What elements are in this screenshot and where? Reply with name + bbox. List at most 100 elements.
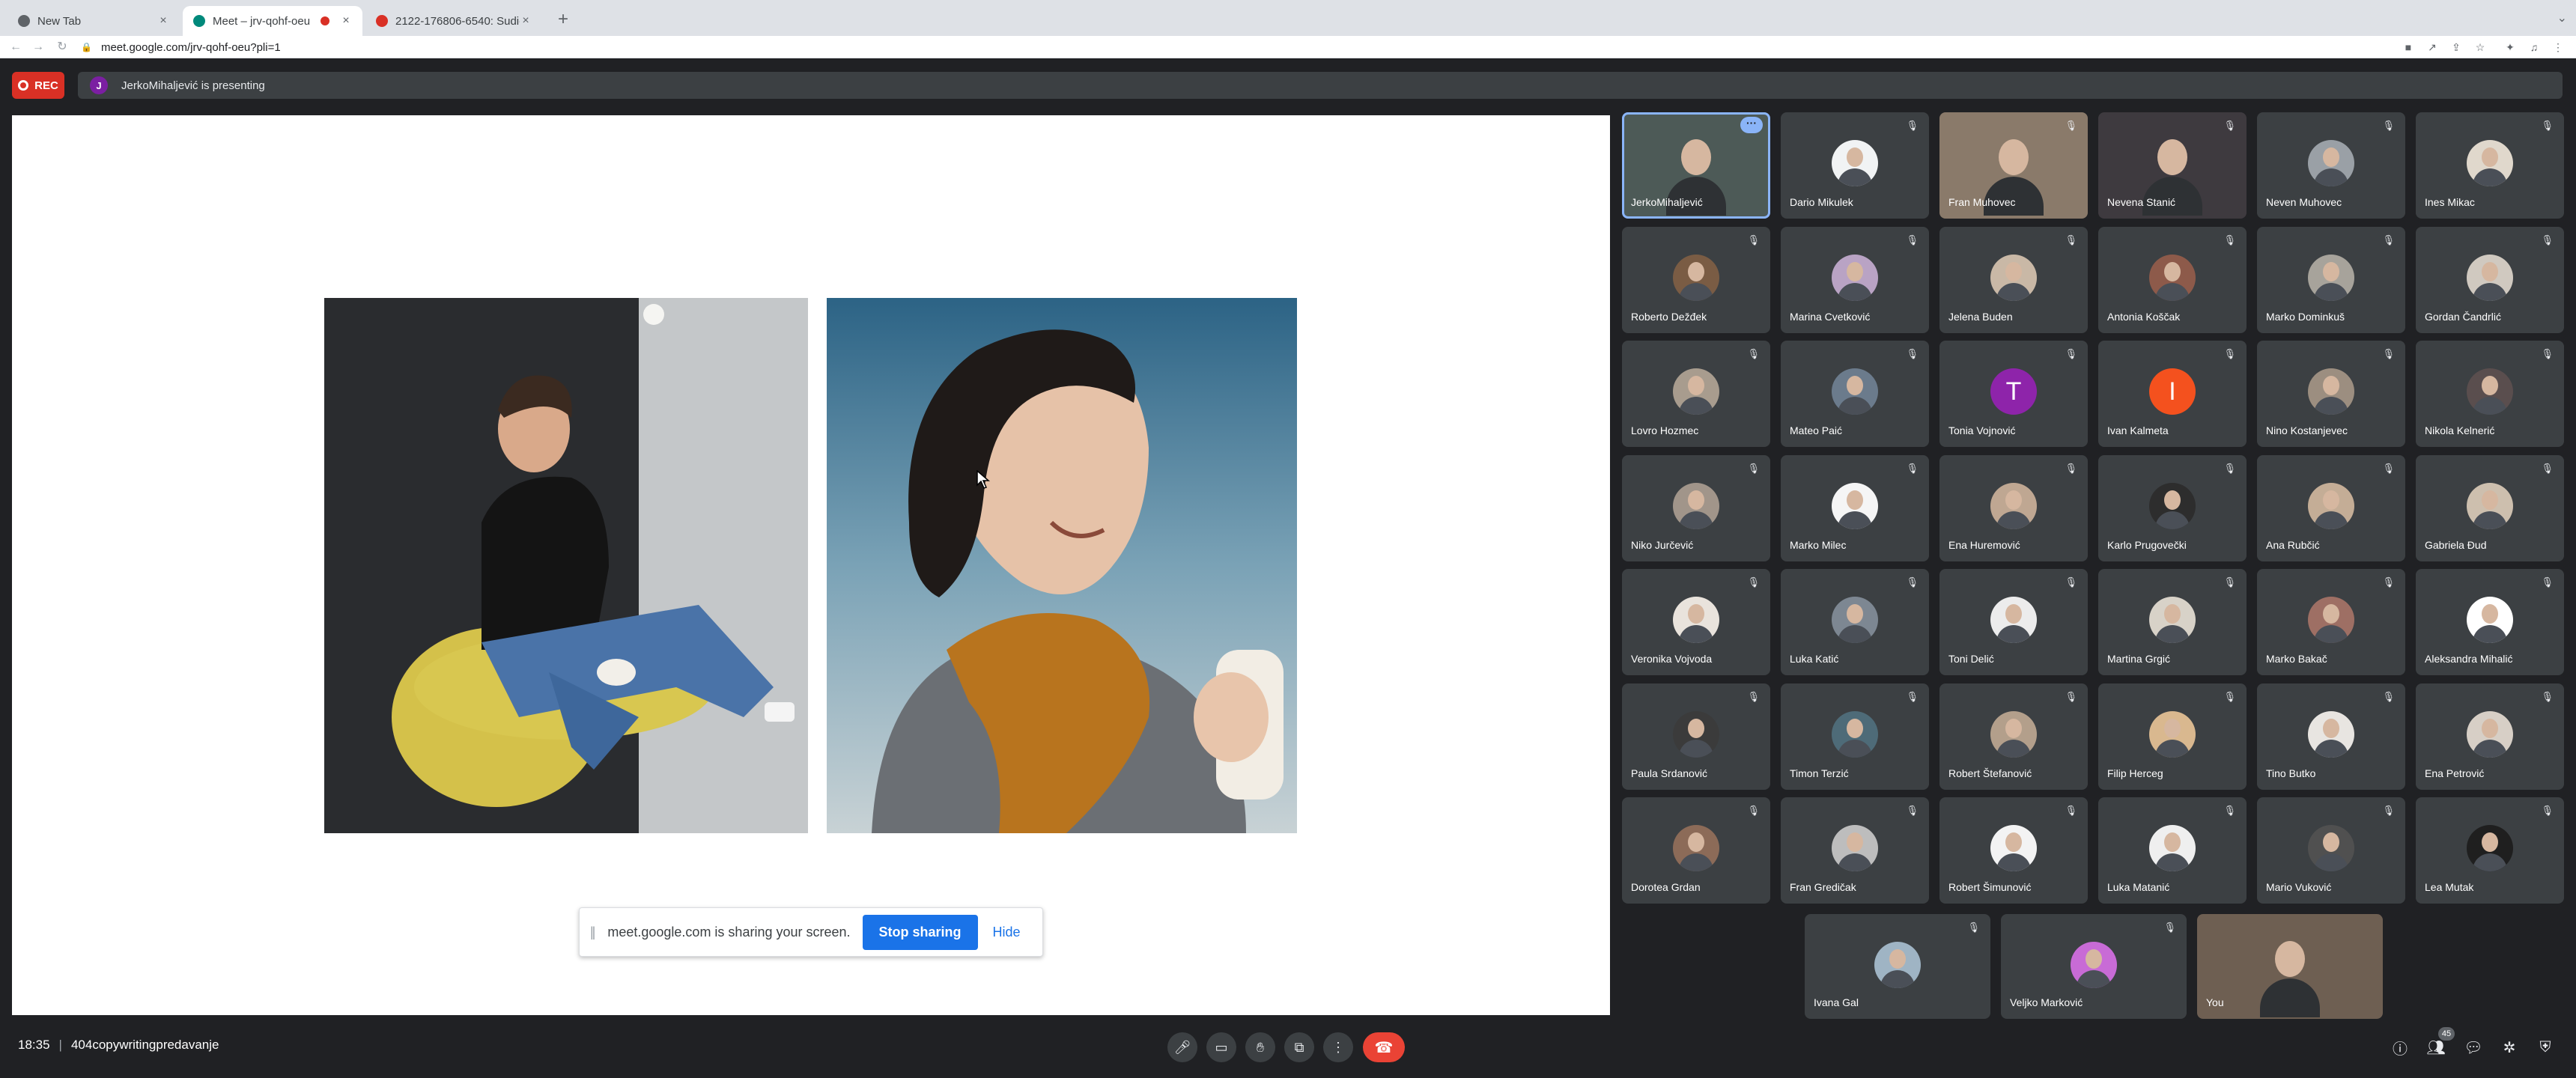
mic-off-icon: 🎙︎ [2223, 348, 2236, 359]
more-options-button[interactable]: ⋮ [1323, 1032, 1353, 1062]
participant-tile[interactable]: 🎙︎ Mario Vuković [2257, 797, 2405, 904]
participant-tile[interactable]: 🎙︎ Niko Jurčević [1622, 454, 1770, 561]
participant-tile[interactable]: 🎙︎ Veljko Marković [2001, 914, 2187, 1019]
mic-off-icon: 🎙︎ [2382, 234, 2395, 246]
mic-off-icon: 🎙︎ [2541, 690, 2554, 702]
participant-tile[interactable]: 🎙︎ Gordan Čandrlić [2416, 226, 2564, 333]
participant-name: Veronika Vojvoda [1631, 653, 1713, 665]
new-tab-button[interactable]: + [553, 9, 574, 30]
hide-button[interactable]: Hide [993, 925, 1021, 940]
participant-tile[interactable]: 🎙︎ Timon Terzić [1781, 683, 1929, 790]
mic-off-icon: 🎙︎ [2382, 805, 2395, 816]
recording-badge[interactable]: REC [12, 72, 64, 99]
participant-tile[interactable]: T 🎙︎ Tonia Vojnović [1939, 341, 2088, 447]
participant-tile[interactable]: 🎙︎ Lovro Hozmec [1622, 341, 1770, 447]
host-controls-button[interactable]: ⛨ [2534, 1036, 2557, 1059]
drag-handle-icon[interactable]: || [590, 925, 596, 940]
media-control-icon[interactable]: ♫ [2527, 40, 2542, 55]
participant-tile[interactable]: 🎙︎ Ivana Gal [1805, 914, 1990, 1019]
participant-tile[interactable]: 🎙︎ Nevena Stanić [2098, 112, 2247, 219]
participant-tile[interactable]: 🎙︎ Nikola Kelnerić [2416, 341, 2564, 447]
close-tab-icon[interactable]: × [520, 14, 532, 28]
participant-tile[interactable]: 🎙︎ Marko Bakač [2257, 569, 2405, 675]
people-count-badge: 45 [2438, 1027, 2455, 1041]
participant-tile[interactable]: I 🎙︎ Ivan Kalmeta [2098, 341, 2247, 447]
participant-tile[interactable]: 🎙︎ Luka Matanić [2098, 797, 2247, 904]
camera-button[interactable]: ▭ [1206, 1032, 1236, 1062]
participant-name: Niko Jurčević [1631, 538, 1694, 551]
open-external-icon[interactable]: ↗ [2425, 40, 2440, 55]
address-bar[interactable]: 🔒 meet.google.com/jrv-qohf-oeu?pli=1 [81, 38, 2402, 56]
participant-tile[interactable]: 🎙︎ Filip Herceg [2098, 683, 2247, 790]
participant-tile[interactable]: 🎙︎ Mateo Paić [1781, 341, 1929, 447]
tab-meet[interactable]: Meet – jrv-qohf-oeu × [183, 6, 362, 36]
slide-photo-man [324, 298, 808, 833]
present-now-button[interactable]: ⧉ [1284, 1032, 1314, 1062]
close-tab-icon[interactable]: × [157, 14, 169, 28]
participant-tile[interactable]: 🎙︎ Ena Petrović [2416, 683, 2564, 790]
participant-tile[interactable]: 🎙︎ Marko Dominkuš [2257, 226, 2405, 333]
forward-icon[interactable]: → [30, 39, 46, 55]
chat-button[interactable]: 💬︎ [2462, 1036, 2485, 1059]
participant-tile[interactable]: 🎙︎ Veronika Vojvoda [1622, 569, 1770, 675]
browser-menu-icon[interactable]: ⋮ [2551, 40, 2566, 55]
microphone-button[interactable]: 🎤︎ [1167, 1032, 1197, 1062]
share-icon[interactable]: ⇪ [2449, 40, 2464, 55]
mic-off-icon: 🎙︎ [1906, 690, 1919, 702]
participant-name: Tino Butko [2266, 767, 2316, 779]
participant-tile[interactable]: 🎙︎ Karlo Prugovečki [2098, 454, 2247, 561]
more-options-icon[interactable]: ··· [1740, 117, 1763, 133]
reload-icon[interactable]: ↻ [54, 39, 70, 55]
chat-icon: 💬︎ [2464, 1039, 2483, 1056]
participant-tile[interactable]: 🎙︎ Fran Gredičak [1781, 797, 1929, 904]
browser-tab-strip: New Tab × Meet – jrv-qohf-oeu × 2122-176… [0, 0, 2576, 36]
participant-tile[interactable]: 🎙︎ Ena Huremović [1939, 454, 2088, 561]
participant-tile[interactable]: 🎙︎ Gabriela Đud [2416, 454, 2564, 561]
participant-tile[interactable]: 🎙︎ Antonia Koščak [2098, 226, 2247, 333]
participant-tile[interactable]: 🎙︎ Robert Štefanović [1939, 683, 2088, 790]
participant-tile[interactable]: 🎙︎ Toni Delić [1939, 569, 2088, 675]
participant-tile[interactable]: 🎙︎ Jelena Buden [1939, 226, 2088, 333]
participant-tile[interactable]: ··· JerkoMihaljević [1622, 112, 1770, 219]
participant-name: Luka Katić [1790, 653, 1839, 665]
participant-tile[interactable]: 🎙︎ Robert Šimunović [1939, 797, 2088, 904]
camera-icon: ▭ [1215, 1039, 1228, 1055]
meeting-info-button[interactable]: ⓘ [2389, 1036, 2411, 1059]
info-icon: ⓘ [2393, 1041, 2408, 1058]
back-icon[interactable]: ← [7, 39, 24, 55]
tab-sudionici[interactable]: 2122-176806-6540: Sudionici × [365, 6, 542, 36]
participant-avatar [2149, 254, 2196, 301]
participant-tile[interactable]: 🎙︎ Marko Milec [1781, 454, 1929, 561]
participant-avatar [1990, 482, 2037, 529]
participant-tile[interactable]: 🎙︎ Neven Muhovec [2257, 112, 2405, 219]
participant-tile[interactable]: 🎙︎ Martina Grgić [2098, 569, 2247, 675]
participant-tile[interactable]: 🎙︎ Roberto Dežđek [1622, 226, 1770, 333]
stop-sharing-button[interactable]: Stop sharing [862, 914, 978, 950]
participant-tile[interactable]: 🎙︎ Ines Mikac [2416, 112, 2564, 219]
present-screen-icon: ⧉ [1294, 1039, 1304, 1055]
extensions-icon[interactable]: ✦ [2503, 40, 2518, 55]
close-tab-icon[interactable]: × [340, 14, 352, 28]
raise-hand-button[interactable]: ✋︎ [1245, 1032, 1275, 1062]
activities-button[interactable]: ✲ [2498, 1036, 2521, 1059]
participant-tile[interactable]: 🎙︎ Lea Mutak [2416, 797, 2564, 904]
participant-tile[interactable]: 🎙︎ Nino Kostanjevec [2257, 341, 2405, 447]
participant-avatar [1832, 597, 1878, 643]
shared-screen[interactable]: || meet.google.com is sharing your scree… [12, 115, 1610, 1015]
tab-search-icon[interactable]: ⌄ [2557, 10, 2567, 25]
participant-avatar [2467, 254, 2513, 301]
participant-tile[interactable]: 🎙︎ Paula Srdanović [1622, 683, 1770, 790]
participant-tile[interactable]: 🎙︎ Ana Rubčić [2257, 454, 2405, 561]
participant-tile[interactable]: 🎙︎ Tino Butko [2257, 683, 2405, 790]
participant-tile[interactable]: 🎙︎ Aleksandra Mihalić [2416, 569, 2564, 675]
bookmark-star-icon[interactable]: ☆ [2473, 40, 2488, 55]
participant-tile[interactable]: You [2197, 914, 2383, 1019]
participant-tile[interactable]: 🎙︎ Dorotea Grdan [1622, 797, 1770, 904]
tab-new-tab[interactable]: New Tab × [7, 6, 180, 36]
participant-tile[interactable]: 🎙︎ Marina Cvetković [1781, 226, 1929, 333]
participant-tile[interactable]: 🎙︎ Luka Katić [1781, 569, 1929, 675]
leave-call-button[interactable]: ☎︎ [1363, 1032, 1405, 1062]
participant-tile[interactable]: 🎙︎ Dario Mikulek [1781, 112, 1929, 219]
camera-in-use-icon[interactable]: ■ [2401, 40, 2416, 55]
participant-tile[interactable]: 🎙︎ Fran Muhovec [1939, 112, 2088, 219]
